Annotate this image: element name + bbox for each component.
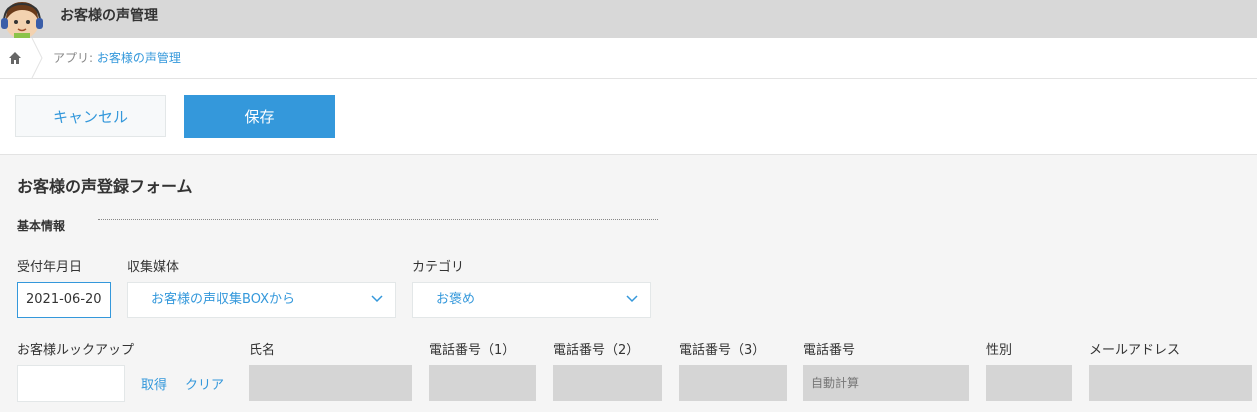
save-button[interactable]: 保存 (184, 95, 335, 138)
received-date-input[interactable]: 2021-06-20 (17, 282, 111, 318)
phone1-field (429, 365, 536, 401)
chevron-down-icon (626, 295, 638, 303)
channel-select[interactable]: お客様の声収集BOXから (127, 282, 396, 318)
customer-lookup-input[interactable] (17, 365, 125, 402)
breadcrumb-separator (30, 37, 44, 79)
gender-label: 性別 (986, 343, 1013, 358)
app-avatar-icon (0, 0, 44, 38)
name-label: 氏名 (249, 343, 276, 358)
phone2-label: 電話番号（2） (553, 343, 640, 358)
chevron-down-icon (371, 295, 383, 303)
phone1-label: 電話番号（1） (429, 343, 516, 358)
phone2-field (553, 365, 662, 401)
breadcrumb-text: アプリ: お客様の声管理 (53, 38, 181, 78)
phone-calculated-field: 自動計算 (803, 365, 969, 401)
gender-field (986, 365, 1072, 401)
app-title: お客様の声管理 (60, 8, 158, 24)
breadcrumb-prefix: アプリ: (53, 51, 97, 65)
phone3-label: 電話番号（3） (679, 343, 766, 358)
lookup-get-link[interactable]: 取得 (141, 374, 167, 393)
email-label: メールアドレス (1089, 343, 1181, 358)
form-title: お客様の声登録フォーム (17, 177, 193, 196)
email-field (1089, 365, 1252, 401)
app-header (0, 0, 1257, 38)
toolbar: キャンセル 保存 (0, 79, 1257, 155)
customer-lookup-label: お客様ルックアップ (17, 343, 135, 358)
channel-label: 収集媒体 (127, 260, 180, 275)
breadcrumb: アプリ: お客様の声管理 (0, 37, 1257, 79)
section-label: 基本情報 (17, 219, 66, 233)
category-selected-value: お褒め (436, 292, 476, 307)
home-icon[interactable] (8, 50, 22, 64)
section-divider (98, 219, 658, 220)
category-label: カテゴリ (412, 260, 465, 275)
name-field (249, 365, 412, 401)
breadcrumb-app-link[interactable]: お客様の声管理 (97, 51, 181, 65)
received-date-label: 受付年月日 (17, 260, 83, 275)
cancel-button[interactable]: キャンセル (15, 95, 166, 137)
category-select[interactable]: お褒め (412, 282, 651, 318)
lookup-clear-link[interactable]: クリア (185, 374, 224, 393)
phone-label: 電話番号 (803, 343, 856, 358)
channel-selected-value: お客様の声収集BOXから (151, 292, 295, 307)
phone3-field (679, 365, 787, 401)
